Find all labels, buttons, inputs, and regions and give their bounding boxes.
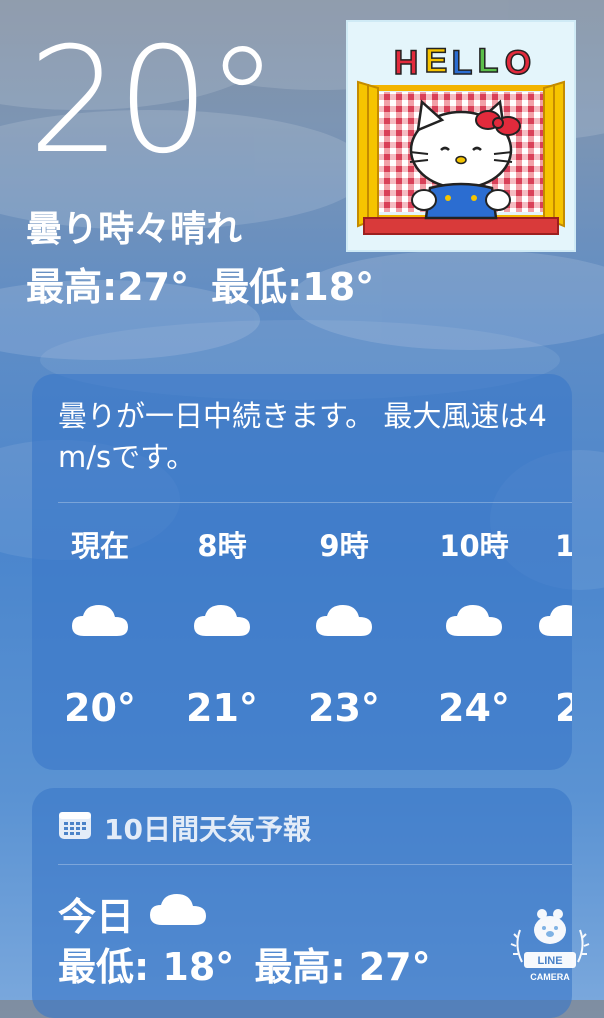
current-high-low: 最高:27° 最低:18° (26, 256, 374, 311)
svg-text:O: O (505, 44, 531, 82)
forecast-day-row[interactable]: 今日 (58, 886, 208, 941)
cloud-icon (537, 568, 572, 672)
hour-temp: 2 (555, 686, 572, 730)
svg-text:H: H (394, 44, 419, 82)
svg-text:L: L (478, 42, 499, 80)
hour-label: 9時 (319, 529, 369, 563)
hour-label: 1 (555, 529, 572, 563)
hour-temp: 20° (64, 686, 136, 730)
day-low: 最低: 18° (58, 945, 235, 989)
low-temp: 最低:18° (211, 265, 375, 309)
hello-kitty-sticker: H E L L O (346, 20, 576, 252)
hour-item-8: 8時 21° (152, 524, 292, 730)
day-high: 最高: 27° (254, 945, 431, 989)
hour-temp: 23° (308, 686, 380, 730)
hourly-scroll-row[interactable]: 現在 20° 8時 21° 9時 23° 10時 24° 1 2 (32, 524, 572, 754)
watermark-brand: LINE (537, 955, 562, 967)
ten-day-forecast-card[interactable]: 10日間天気予報 今日 最低: 18° 最高: 27° (32, 788, 572, 1018)
cloud-icon (404, 568, 544, 672)
svg-text:E: E (425, 42, 448, 80)
card-divider (58, 502, 572, 503)
watermark-sub: CAMERA (530, 972, 570, 982)
cloud-icon (32, 568, 170, 672)
hour-item-9: 9時 23° (274, 524, 414, 730)
forecast-header: 10日間天気予報 (58, 808, 311, 848)
hour-item-11-partial: 1 2 (537, 524, 572, 730)
day-label: 今日 (58, 895, 135, 939)
current-condition: 曇り時々晴れ (26, 209, 243, 250)
cloud-icon (152, 568, 292, 672)
hour-temp: 21° (186, 686, 258, 730)
hour-label: 10時 (439, 529, 509, 563)
svg-text:L: L (452, 44, 473, 82)
hour-item-now: 現在 20° (32, 524, 170, 730)
hour-temp: 24° (438, 686, 510, 730)
hour-label: 8時 (197, 529, 247, 563)
cloud-icon (274, 568, 414, 672)
current-temperature: 20° (28, 16, 279, 186)
calendar-icon (58, 810, 92, 847)
forecast-summary: 曇りが一日中続きます。 最大風速は4 m/sです。 (58, 399, 547, 475)
line-camera-watermark: LINE CAMERA (508, 900, 592, 990)
hour-label: 現在 (70, 529, 129, 563)
forecast-title: 10日間天気予報 (104, 813, 311, 846)
day-low-high: 最低: 18° 最高: 27° (58, 936, 431, 991)
cloud-icon (148, 891, 208, 936)
hourly-forecast-card[interactable]: 曇りが一日中続きます。 最大風速は4 m/sです。 現在 20° 8時 21° … (32, 374, 572, 770)
card-divider (58, 864, 572, 865)
hour-item-10: 10時 24° (404, 524, 544, 730)
high-temp: 最高:27° (26, 265, 190, 309)
